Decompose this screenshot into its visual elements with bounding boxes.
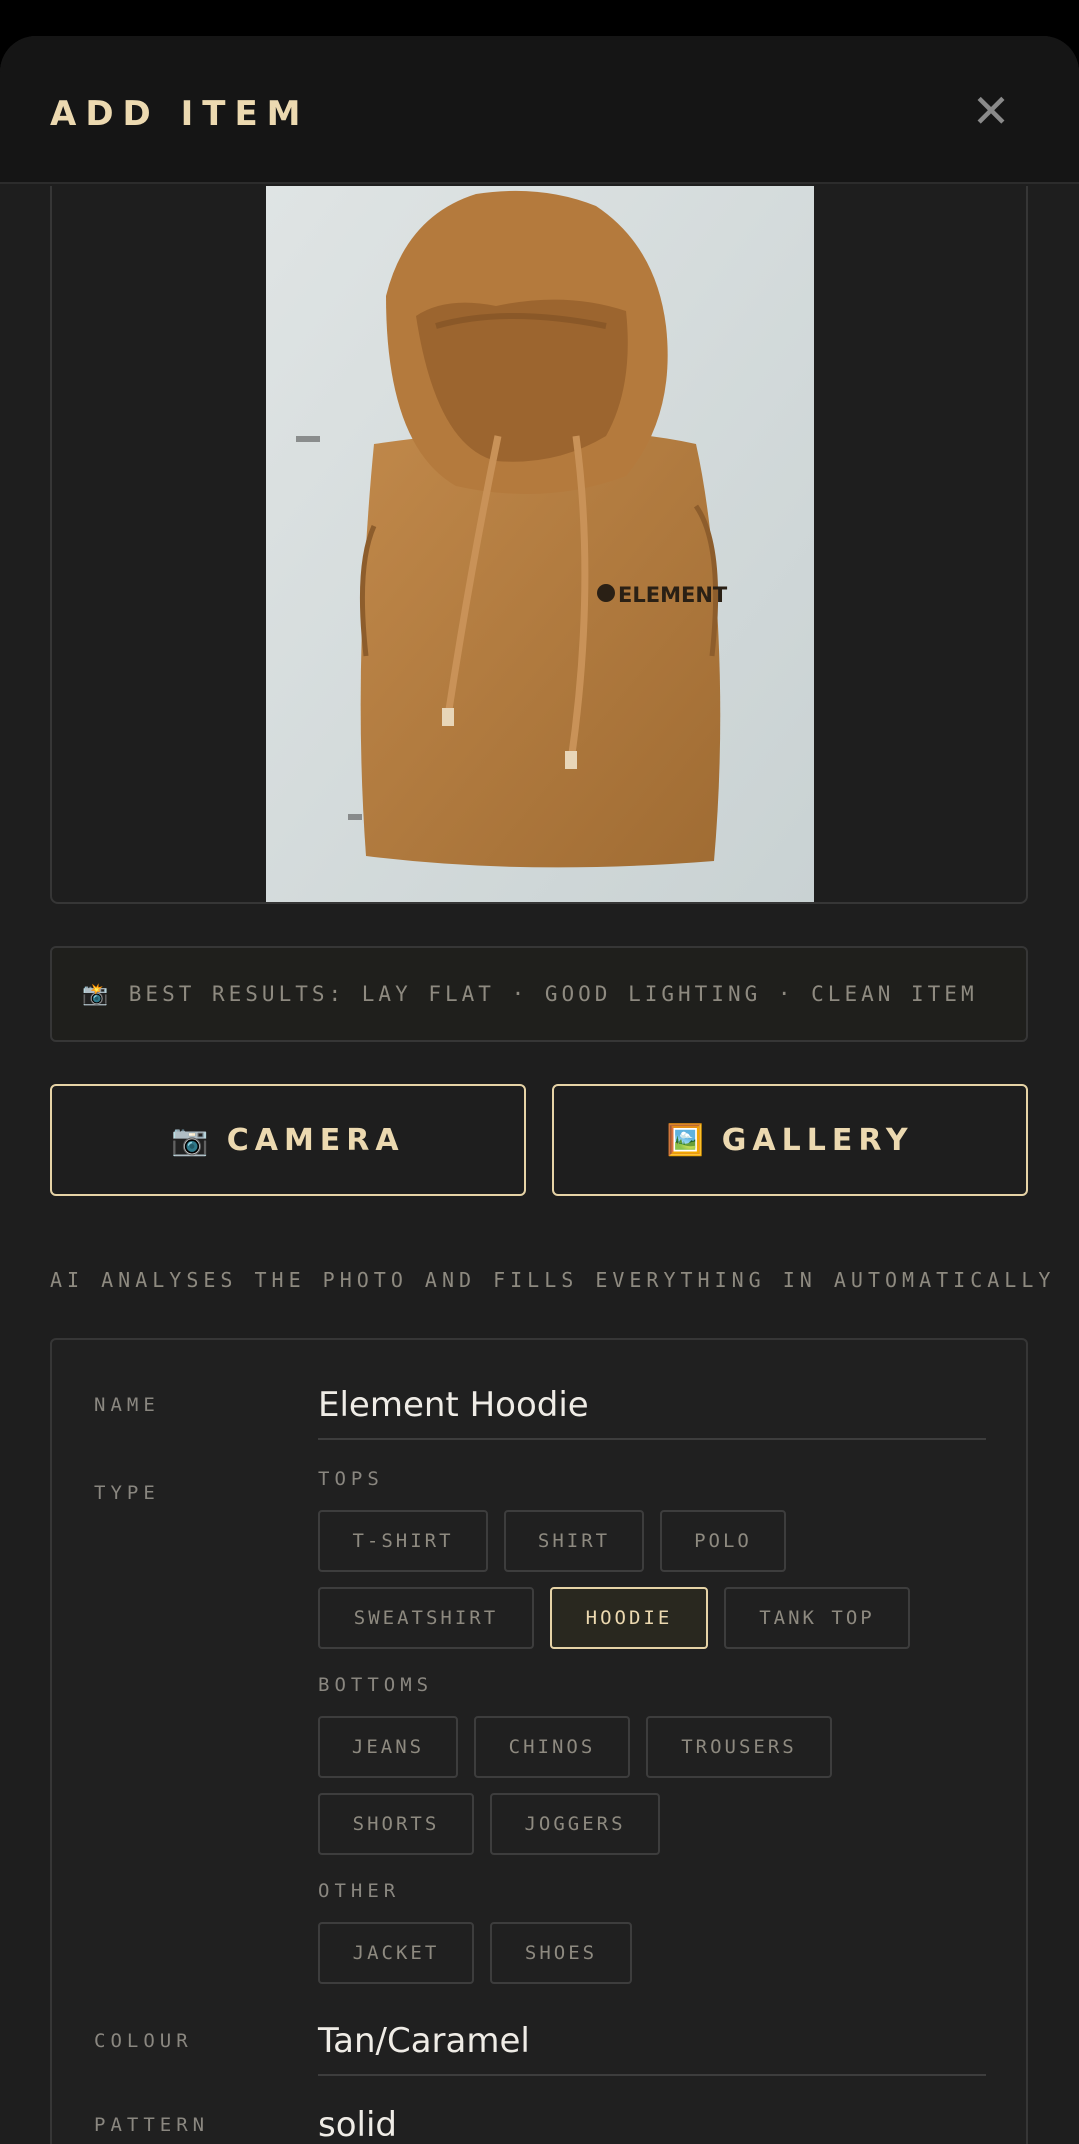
gallery-button[interactable]: 🖼️ GALLERY [552, 1084, 1028, 1196]
camera-button[interactable]: 📷 CAMERA [50, 1084, 526, 1196]
hoodie-image: ELEMENT [266, 186, 814, 902]
type-option-joggers[interactable]: JOGGERS [490, 1793, 660, 1855]
type-option-shirt[interactable]: SHIRT [504, 1510, 644, 1572]
type-option-shoes[interactable]: SHOES [490, 1922, 632, 1984]
type-option-hoodie[interactable]: HOODIE [550, 1587, 708, 1649]
type-option-t-shirt[interactable]: T-SHIRT [318, 1510, 488, 1572]
svg-text:ELEMENT: ELEMENT [618, 583, 728, 607]
ai-analysis-note: AI ANALYSES THE PHOTO AND FILLS EVERYTHI… [50, 1268, 1056, 1292]
type-group-bottoms: BOTTOMS [318, 1674, 434, 1696]
type-option-trousers[interactable]: TROUSERS [646, 1716, 832, 1778]
pattern-label: PATTERN [94, 2114, 210, 2136]
photo-preview-frame: ELEMENT [50, 186, 1028, 904]
type-option-jeans[interactable]: JEANS [318, 1716, 458, 1778]
type-option-polo[interactable]: POLO [660, 1510, 786, 1572]
photo-tip-banner: 📸 BEST RESULTS: LAY FLAT · GOOD LIGHTING… [50, 946, 1028, 1042]
close-icon[interactable]: ✕ [966, 86, 1016, 136]
gallery-icon: 🖼️ [666, 1122, 704, 1158]
type-option-tank-top[interactable]: TANK TOP [724, 1587, 910, 1649]
page-title: ADD ITEM [50, 94, 310, 134]
add-item-sheet: ADD ITEM ✕ ELEMENT 📸 BEST RESULTS: LAY F… [0, 36, 1079, 2144]
type-group-other: OTHER [318, 1880, 401, 1902]
item-details-form: NAME Element Hoodie TYPE TOPS T-SHIRT SH… [50, 1338, 1028, 2144]
type-option-jacket[interactable]: JACKET [318, 1922, 474, 1984]
colour-label: COLOUR [94, 2030, 193, 2052]
type-label: TYPE [94, 1482, 160, 1504]
camera-icon: 📷 [171, 1122, 209, 1158]
colour-field[interactable]: Tan/Caramel [318, 2012, 986, 2076]
name-field[interactable]: Element Hoodie [318, 1376, 986, 1440]
sheet-header: ADD ITEM ✕ [0, 36, 1079, 184]
type-option-sweatshirt[interactable]: SWEATSHIRT [318, 1587, 534, 1649]
type-group-tops: TOPS [318, 1468, 384, 1490]
gallery-button-label: GALLERY [721, 1122, 914, 1158]
camera-button-label: CAMERA [226, 1122, 405, 1158]
item-photo: ELEMENT [266, 186, 814, 902]
type-option-chinos[interactable]: CHINOS [474, 1716, 630, 1778]
pattern-field[interactable]: solid [318, 2096, 986, 2144]
name-label: NAME [94, 1394, 160, 1416]
type-option-shorts[interactable]: SHORTS [318, 1793, 474, 1855]
